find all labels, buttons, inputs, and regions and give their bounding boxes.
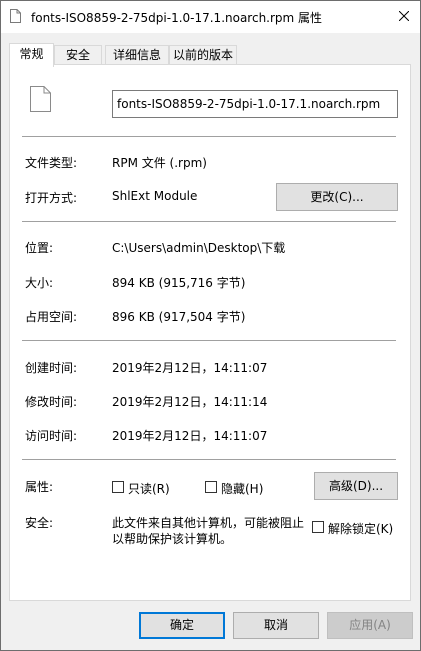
modified-value: 2019年2月12日，14:11:14 — [112, 395, 268, 409]
size-value: 894 KB (915,716 字节) — [112, 276, 246, 290]
opens-with-label: 打开方式: — [25, 191, 78, 205]
file-type-value: RPM 文件 (.rpm) — [112, 156, 207, 170]
created-value: 2019年2月12日，14:11:07 — [112, 361, 268, 375]
window-title: fonts-ISO8859-2-75dpi-1.0-17.1.noarch.rp… — [31, 11, 323, 25]
tab-security[interactable]: 安全 — [54, 45, 102, 65]
security-text-line2: 以帮助保护该计算机。 — [112, 532, 233, 546]
size-on-disk-value: 896 KB (917,504 字节) — [112, 310, 246, 324]
general-panel: fonts-ISO8859-2-75dpi-1.0-17.1.noarch.rp… — [9, 64, 411, 601]
readonly-label[interactable]: 只读(R) — [128, 480, 170, 497]
location-value: C:\Users\admin\Desktop\下载 — [112, 241, 286, 255]
close-button[interactable] — [388, 1, 420, 33]
properties-window: fonts-ISO8859-2-75dpi-1.0-17.1.noarch.rp… — [0, 0, 421, 651]
hidden-label[interactable]: 隐藏(H) — [221, 480, 263, 497]
security-text-line1: 此文件来自其他计算机，可能被阻止 — [112, 516, 305, 530]
document-icon — [30, 86, 51, 112]
apply-button[interactable]: 应用(A) — [327, 612, 413, 639]
created-label: 创建时间: — [25, 361, 78, 375]
hidden-checkbox[interactable] — [205, 481, 217, 493]
title-bar[interactable]: fonts-ISO8859-2-75dpi-1.0-17.1.noarch.rp… — [1, 1, 420, 33]
size-on-disk-label: 占用空间: — [25, 310, 78, 324]
unblock-label[interactable]: 解除锁定(K) — [328, 520, 393, 537]
size-label: 大小: — [25, 276, 54, 290]
separator — [22, 221, 396, 222]
separator — [22, 340, 396, 341]
opens-with-value: ShlExt Module — [112, 189, 198, 203]
unblock-checkbox[interactable] — [312, 521, 324, 533]
separator — [22, 136, 396, 137]
accessed-label: 访问时间: — [25, 429, 78, 443]
ok-button[interactable]: 确定 — [139, 612, 225, 639]
change-button[interactable]: 更改(C)... — [276, 183, 398, 211]
modified-label: 修改时间: — [25, 395, 78, 409]
location-label: 位置: — [25, 241, 54, 255]
tab-previous-versions[interactable]: 以前的版本 — [169, 45, 237, 65]
tab-general[interactable]: 常规 — [9, 43, 54, 67]
tab-details[interactable]: 详细信息 — [105, 45, 169, 65]
filename-field[interactable]: fonts-ISO8859-2-75dpi-1.0-17.1.noarch.rp… — [112, 90, 398, 118]
readonly-checkbox[interactable] — [112, 481, 124, 493]
accessed-value: 2019年2月12日，14:11:07 — [112, 429, 268, 443]
file-type-label: 文件类型: — [25, 156, 78, 170]
advanced-button[interactable]: 高级(D)... — [314, 472, 398, 500]
close-icon — [398, 10, 410, 24]
cancel-button[interactable]: 取消 — [233, 612, 319, 639]
document-icon — [10, 9, 21, 23]
attributes-label: 属性: — [25, 480, 54, 494]
security-label: 安全: — [25, 516, 54, 530]
separator — [22, 459, 396, 460]
